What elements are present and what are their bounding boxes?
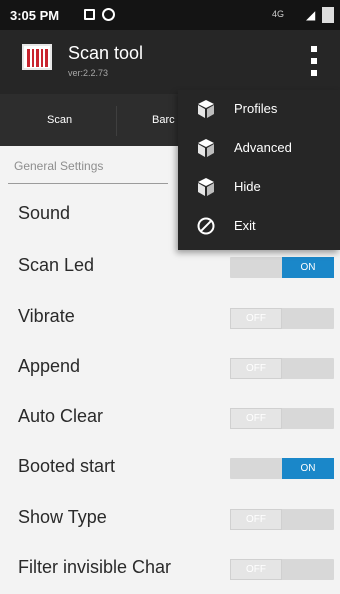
menu-item-label: Exit — [234, 218, 256, 233]
section-title: General Settings — [14, 159, 104, 173]
menu-item-profiles[interactable]: Profiles — [178, 90, 340, 129]
app-logo-icon — [22, 44, 52, 70]
tab-barcode[interactable]: Barc — [152, 114, 175, 126]
tab-scan[interactable]: Scan — [47, 114, 72, 126]
auto-clear-toggle[interactable]: OFF — [230, 408, 334, 429]
filter-invisible-char-toggle[interactable]: OFF — [230, 559, 334, 580]
setting-row-vibrate: Vibrate OFF — [0, 293, 340, 343]
menu-item-hide[interactable]: Hide — [178, 168, 340, 207]
menu-item-label: Advanced — [234, 140, 292, 155]
app-title: Scan tool — [68, 43, 144, 63]
setting-row-auto-clear: Auto Clear OFF — [0, 393, 340, 443]
overflow-menu: Profiles Advanced Hide Exit — [178, 90, 340, 250]
cube-icon — [196, 138, 216, 158]
overflow-menu-button[interactable] — [304, 44, 324, 78]
setting-label: Scan Led — [18, 255, 95, 275]
network-type: 4G — [272, 9, 285, 19]
setting-row-filter-invisible-char: Filter invisible Char OFF — [0, 544, 340, 594]
setting-label: Auto Clear — [18, 406, 104, 426]
section-divider — [8, 183, 168, 184]
toggle-state: OFF — [230, 358, 282, 379]
menu-item-label: Profiles — [234, 101, 278, 116]
toggle-state: OFF — [230, 308, 282, 329]
append-toggle[interactable]: OFF — [230, 358, 334, 379]
dot-icon — [311, 70, 317, 76]
sync-icon — [102, 8, 115, 21]
setting-label: Booted start — [18, 456, 116, 476]
setting-row-show-type: Show Type OFF — [0, 494, 340, 544]
toggle-state: ON — [282, 257, 334, 278]
scan-led-toggle[interactable]: ON — [230, 257, 334, 278]
status-bar: 3:05 PM 4G ◢ — [0, 0, 340, 30]
status-time: 3:05 PM — [10, 8, 60, 23]
dot-icon — [311, 46, 317, 52]
tab-divider — [116, 106, 117, 136]
setting-label: Vibrate — [18, 306, 75, 326]
menu-item-exit[interactable]: Exit — [178, 207, 340, 246]
booted-start-toggle[interactable]: ON — [230, 458, 334, 479]
toggle-state: ON — [282, 458, 334, 479]
toggle-state: OFF — [230, 408, 282, 429]
menu-item-label: Hide — [234, 179, 261, 194]
app-bar: Scan tool ver:2.2.73 — [0, 30, 340, 94]
notification-icon — [84, 9, 95, 20]
setting-row-append: Append OFF — [0, 343, 340, 393]
setting-label: Sound — [18, 203, 71, 223]
app-version: ver:2.2.73 — [68, 68, 109, 78]
cube-icon — [196, 177, 216, 197]
signal-icon: ◢ — [306, 8, 316, 22]
battery-icon — [322, 7, 334, 23]
vibrate-toggle[interactable]: OFF — [230, 308, 334, 329]
setting-row-booted-start: Booted start ON — [0, 443, 340, 493]
menu-item-advanced[interactable]: Advanced — [178, 129, 340, 168]
toggle-state: OFF — [230, 509, 282, 530]
setting-label: Show Type — [18, 507, 107, 527]
dot-icon — [311, 58, 317, 64]
cube-icon — [196, 99, 216, 119]
setting-label: Append — [18, 356, 81, 376]
block-icon — [196, 216, 216, 236]
toggle-state: OFF — [230, 559, 282, 580]
show-type-toggle[interactable]: OFF — [230, 509, 334, 530]
